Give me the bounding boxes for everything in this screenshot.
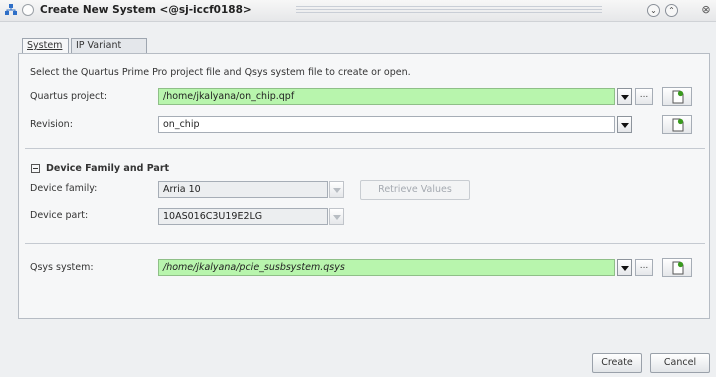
quartus-project-label: Quartus project: bbox=[30, 91, 108, 102]
device-family-label: Device family: bbox=[30, 183, 98, 194]
quartus-project-dropdown[interactable] bbox=[617, 88, 632, 105]
device-family-dropdown bbox=[329, 181, 344, 198]
revision-dropdown[interactable] bbox=[617, 116, 632, 133]
retrieve-values-button: Retrieve Values bbox=[360, 180, 470, 200]
tab-ip-variant[interactable]: IP Variant bbox=[71, 38, 147, 54]
new-file-icon bbox=[672, 90, 684, 104]
collapse-icon[interactable] bbox=[31, 164, 40, 173]
qsys-system-input[interactable]: /home/jkalyana/pcie_susbsystem.qsys bbox=[158, 259, 615, 276]
revision-input[interactable]: on_chip bbox=[158, 116, 615, 133]
revision-label: Revision: bbox=[30, 119, 73, 130]
maximize-button[interactable]: ⌃ bbox=[665, 4, 678, 17]
window-menu-icon[interactable] bbox=[22, 4, 34, 16]
device-section-title: Device Family and Part bbox=[46, 163, 170, 174]
new-revision-button[interactable] bbox=[662, 115, 692, 134]
window-title: Create New System <@sj-iccf0188> bbox=[40, 4, 252, 16]
close-button[interactable]: ⊗ bbox=[699, 3, 713, 17]
title-drag-area[interactable] bbox=[296, 6, 602, 15]
divider bbox=[25, 148, 705, 149]
new-project-button[interactable] bbox=[662, 87, 692, 106]
quartus-project-input[interactable]: /home/jkalyana/on_chip.qpf bbox=[158, 88, 615, 105]
minimize-button[interactable]: ⌄ bbox=[647, 4, 660, 17]
tab-system[interactable]: System bbox=[22, 38, 69, 54]
qsys-system-label: Qsys system: bbox=[30, 262, 94, 273]
create-button[interactable]: Create bbox=[592, 353, 642, 373]
device-family-field: Arria 10 bbox=[158, 181, 328, 198]
intro-text: Select the Quartus Prime Pro project fil… bbox=[30, 67, 411, 78]
cancel-button[interactable]: Cancel bbox=[650, 353, 710, 373]
new-file-icon bbox=[672, 118, 684, 132]
device-part-field: 10AS016C3U19E2LG bbox=[158, 208, 328, 225]
new-file-icon bbox=[672, 261, 684, 275]
qsys-system-dropdown[interactable] bbox=[617, 259, 632, 276]
title-bar: Create New System <@sj-iccf0188> ⌄ ⌃ ⊗ bbox=[0, 0, 716, 22]
device-part-dropdown bbox=[329, 208, 344, 225]
qsys-system-browse-button[interactable]: ... bbox=[635, 259, 653, 276]
quartus-project-browse-button[interactable]: ... bbox=[635, 88, 653, 105]
device-part-label: Device part: bbox=[30, 210, 89, 221]
app-icon bbox=[5, 4, 17, 15]
divider bbox=[25, 243, 705, 244]
new-qsys-system-button[interactable] bbox=[662, 258, 692, 277]
